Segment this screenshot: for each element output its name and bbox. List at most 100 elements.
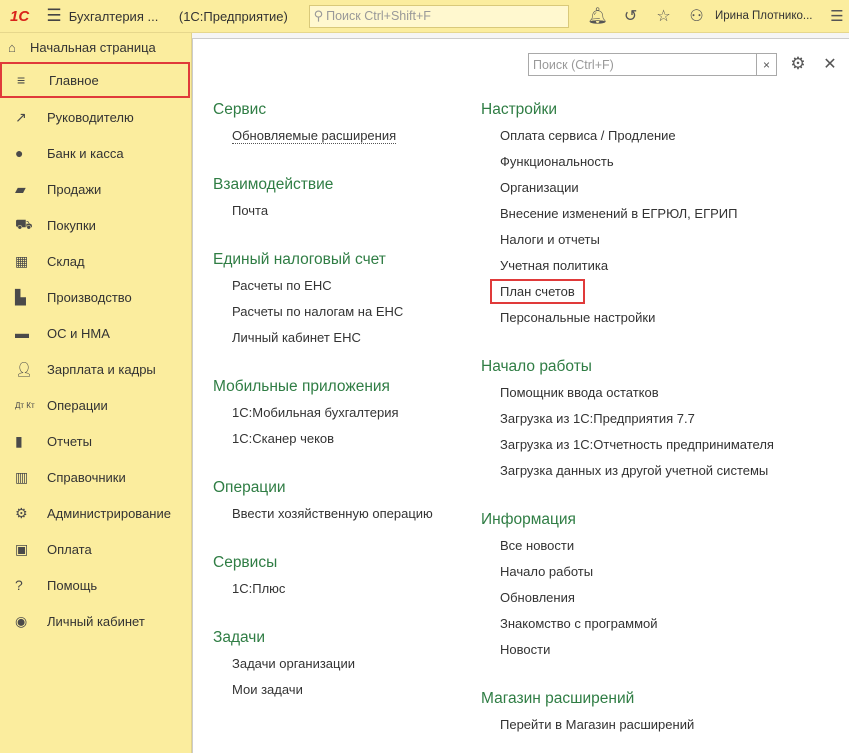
sidebar-item-label: Банк и касса [47, 145, 124, 161]
sidebar-item-account[interactable]: ◉ Личный кабинет [0, 603, 191, 639]
link-extension-store[interactable]: Перейти в Магазин расширений [481, 712, 774, 738]
link-news[interactable]: Новости [481, 637, 774, 663]
sidebar-item-payment[interactable]: ▣ Оплата [0, 531, 191, 567]
link-1c-plus[interactable]: 1С:Плюс [213, 576, 433, 602]
link-enter-operation[interactable]: Ввести хозяйственную операцию [213, 501, 433, 527]
link-egrul-changes[interactable]: Внесение изменений в ЕГРЮЛ, ЕГРИП [481, 201, 774, 227]
link-ens-settlements[interactable]: Расчеты по ЕНС [213, 273, 433, 299]
link-getting-started[interactable]: Начало работы [481, 559, 774, 585]
chart-of-accounts-highlight: План счетов [490, 279, 585, 304]
group-title: Настройки [481, 101, 558, 118]
sidebar-item-label: Руководителю [47, 109, 134, 125]
coin-icon: ● [15, 145, 24, 161]
hamburger-menu-icon[interactable]: ☰ [39, 0, 68, 33]
user-name[interactable]: Ирина Плотнико... [715, 10, 825, 22]
sidebar-item-admin[interactable]: ⚙ Администрирование [0, 495, 191, 531]
sidebar-item-production[interactable]: ▙ Производство [0, 279, 191, 315]
app-logo[interactable]: 1С [0, 0, 39, 33]
grid-icon: ▦ [15, 252, 29, 269]
factory-icon: ▙ [15, 288, 26, 305]
close-icon[interactable]: ✕ [819, 53, 841, 75]
sidebar-item-label: Помощь [47, 577, 98, 593]
person-icon: 👤︎ [15, 360, 33, 377]
link-my-tasks[interactable]: Мои задачи [213, 677, 433, 703]
link-functionality[interactable]: Функциональность [481, 149, 774, 175]
sidebar-item-label: Продажи [47, 181, 102, 197]
global-search-input[interactable]: ⚲ Поиск Ctrl+Shift+F [308, 4, 570, 28]
sidebar-item-label: Главное [49, 72, 99, 88]
sidebar-item-label: Отчеты [47, 433, 92, 449]
section-search-placeholder: Поиск (Ctrl+F) [533, 57, 614, 72]
link-intro[interactable]: Знакомство с программой [481, 611, 774, 637]
link-updates[interactable]: Обновления [481, 585, 774, 611]
sidebar-item-warehouse[interactable]: ▦ Склад [0, 243, 191, 279]
bell-icon[interactable]: 🔔︎ [581, 0, 614, 33]
group-title: Мобильные приложения [213, 378, 390, 395]
sidebar-item-label: Личный кабинет [47, 613, 145, 629]
sidebar-item-sales[interactable]: ▰ Продажи [0, 171, 191, 207]
section-search-input[interactable]: Поиск (Ctrl+F) × [528, 53, 777, 76]
sidebar-item-label: Операции [47, 397, 108, 413]
link-all-news[interactable]: Все новости [481, 533, 774, 559]
link-chart-of-accounts[interactable]: План счетов [481, 279, 774, 305]
link-service-payment[interactable]: Оплата сервиса / Продление [481, 123, 774, 149]
sidebar-item-label: Справочники [47, 469, 126, 485]
link-accounting-policy[interactable]: Учетная политика [481, 253, 774, 279]
sidebar-item-label: Зарплата и кадры [47, 361, 156, 377]
link-taxes-reports[interactable]: Налоги и отчеты [481, 227, 774, 253]
users-icon[interactable]: ⚇ [680, 0, 713, 33]
sidebar-item-label: ОС и НМА [47, 325, 110, 341]
group-title: Единый налоговый счет [213, 251, 386, 268]
trend-up-icon: ↗ [15, 108, 27, 125]
truck-icon: ▬ [15, 325, 29, 341]
link-updatable-extensions[interactable]: Обновляемые расширения [213, 123, 433, 149]
link-mail[interactable]: Почта [213, 198, 433, 224]
books-icon: ▥ [15, 468, 29, 485]
star-icon[interactable]: ☆ [647, 0, 680, 33]
wallet-icon: ▣ [15, 540, 29, 557]
settings-menu-icon[interactable]: ☰ [825, 7, 849, 25]
clear-search-icon[interactable]: × [756, 54, 776, 75]
right-column: Настройки Оплата сервиса / Продление Фун… [481, 97, 774, 738]
group-title: Операции [213, 479, 286, 496]
link-personal-settings[interactable]: Персональные настройки [481, 305, 774, 331]
group-title: Сервис [213, 101, 267, 118]
bar-chart-icon: ▮ [15, 432, 23, 449]
main-panel: Поиск (Ctrl+F) × ⚙ ✕ Сервис Обновляемые … [192, 38, 849, 753]
sidebar-item-main[interactable]: ≡ Главное [0, 62, 190, 98]
link-receipt-scanner[interactable]: 1С:Сканер чеков [213, 426, 433, 452]
link-balance-wizard[interactable]: Помощник ввода остатков [481, 380, 774, 406]
home-icon: ⌂ [8, 39, 16, 55]
bag-icon: ▰ [15, 180, 26, 197]
sidebar-item-home[interactable]: ⌂ Начальная страница [0, 33, 191, 61]
settings-gear-icon[interactable]: ⚙ [787, 53, 809, 75]
sidebar-item-bank[interactable]: ● Банк и касса [0, 135, 191, 171]
app-title: Бухгалтерия ... [68, 8, 159, 24]
link-org-tasks[interactable]: Задачи организации [213, 651, 433, 677]
link-import-other[interactable]: Загрузка данных из другой учетной систем… [481, 458, 774, 484]
group-title: Магазин расширений [481, 690, 635, 707]
link-ens-tax-settlements[interactable]: Расчеты по налогам на ЕНС [213, 299, 433, 325]
dt-kt-icon: Дт Кт [15, 400, 35, 410]
history-icon[interactable]: ↺ [614, 0, 647, 33]
sidebar-item-payroll[interactable]: 👤︎ Зарплата и кадры [0, 351, 191, 387]
sidebar-item-manager[interactable]: ↗ Руководителю [0, 99, 191, 135]
sidebar-item-label: Администрирование [47, 505, 171, 521]
sidebar-item-help[interactable]: ? Помощь [0, 567, 191, 603]
sidebar-item-reports[interactable]: ▮ Отчеты [0, 423, 191, 459]
link-import-reporting[interactable]: Загрузка из 1С:Отчетность предпринимател… [481, 432, 774, 458]
gear-icon: ⚙ [15, 504, 28, 521]
link-ens-cabinet[interactable]: Личный кабинет ЕНС [213, 325, 433, 351]
left-column: Сервис Обновляемые расширения Взаимодейс… [213, 97, 433, 703]
sidebar-item-purchases[interactable]: ⛟ Покупки [0, 207, 191, 243]
link-import-77[interactable]: Загрузка из 1С:Предприятия 7.7 [481, 406, 774, 432]
link-organizations[interactable]: Организации [481, 175, 774, 201]
cart-icon: ⛟ [15, 215, 33, 232]
account-icon: ◉ [15, 612, 28, 629]
sidebar-item-assets[interactable]: ▬ ОС и НМА [0, 315, 191, 351]
sidebar-item-operations[interactable]: Дт Кт Операции [0, 387, 191, 423]
menu-lines-icon: ≡ [17, 72, 26, 88]
group-title: Взаимодействие [213, 176, 334, 193]
link-mobile-accounting[interactable]: 1С:Мобильная бухгалтерия [213, 400, 433, 426]
sidebar-item-catalogs[interactable]: ▥ Справочники [0, 459, 191, 495]
